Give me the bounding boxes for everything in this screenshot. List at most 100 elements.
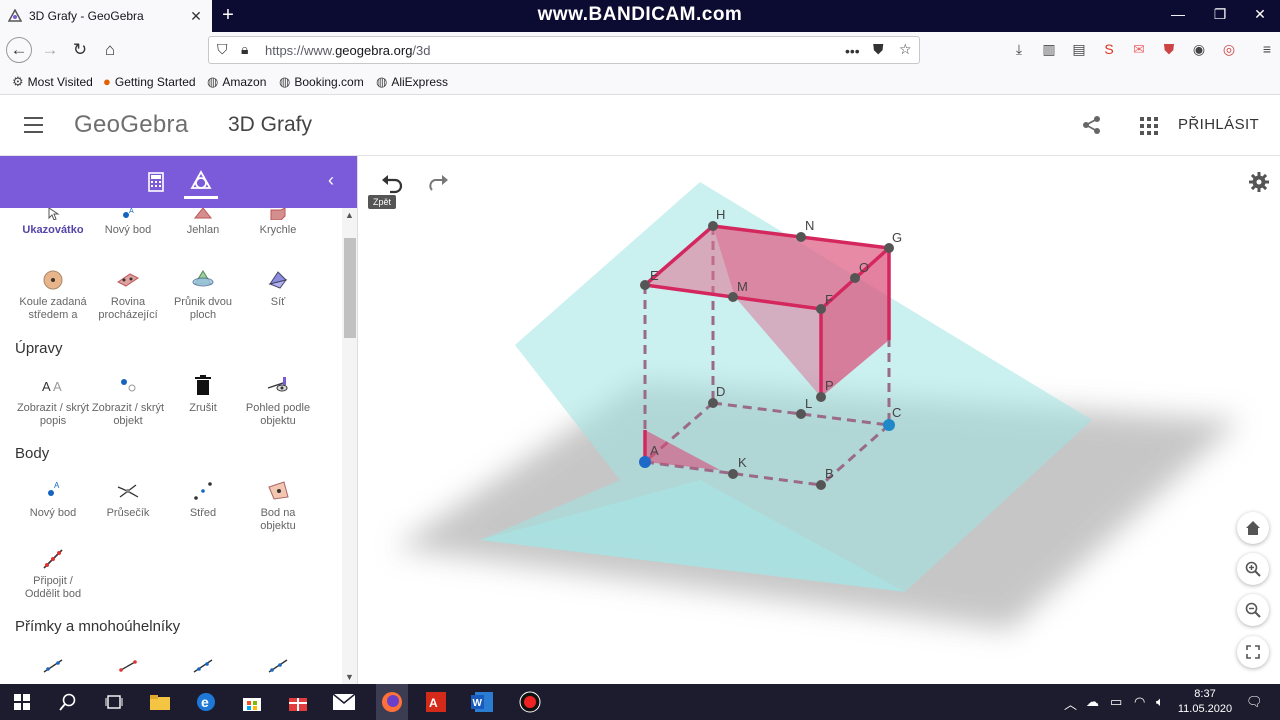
tool-midpoint[interactable]: Střed <box>163 479 243 520</box>
tool-intersect[interactable]: Průsečík <box>88 479 168 520</box>
home-icon[interactable]: ⌂ <box>97 37 123 63</box>
wifi-icon[interactable]: ◠ <box>1134 694 1145 710</box>
tool-point-on-object[interactable]: Bod na objektu <box>238 479 318 533</box>
bookmark-booking[interactable]: ◍ Booking.com <box>279 74 364 90</box>
bookmark-star-icon[interactable]: ☆ <box>899 41 912 58</box>
share-icon[interactable] <box>1082 115 1102 135</box>
label-K: K <box>738 455 747 470</box>
active-tab-indicator <box>184 196 218 199</box>
minimize-icon[interactable]: — <box>1158 6 1198 22</box>
volume-icon[interactable]: 🔈︎ <box>1156 694 1164 710</box>
extension-pocket-icon[interactable]: ⛊ <box>1158 41 1180 58</box>
url-text[interactable]: https://www.geogebra.org/3d <box>265 43 431 58</box>
zoom-in-icon <box>1245 561 1261 577</box>
bookmark-amazon[interactable]: ◍ Amazon <box>207 74 266 90</box>
search-icon[interactable] <box>56 690 80 714</box>
main-menu-icon[interactable] <box>24 117 43 133</box>
back-icon[interactable]: ← <box>6 37 32 63</box>
zoom-out-button[interactable] <box>1237 594 1269 626</box>
bookmark-aliexpress[interactable]: ◍ AliExpress <box>376 74 448 90</box>
hamburger-menu-icon[interactable]: ≡ <box>1256 41 1278 57</box>
window-close-icon[interactable]: ✕ <box>1240 6 1280 23</box>
label-G: G <box>892 230 902 245</box>
undo-icon[interactable] <box>380 174 404 194</box>
task-view-icon[interactable] <box>102 690 126 714</box>
scroll-down-icon[interactable]: ▼ <box>345 672 354 682</box>
tool-body-new-point[interactable]: A Nový bod <box>13 479 93 520</box>
battery-icon[interactable]: ▭ <box>1110 694 1122 710</box>
tool-segment[interactable] <box>163 654 243 682</box>
shield-icon[interactable]: ⛉ <box>217 41 228 58</box>
system-clock[interactable]: 8:37 11.05.2020 <box>1170 687 1240 717</box>
calculator-icon[interactable] <box>148 172 164 192</box>
windows-start-icon[interactable] <box>10 690 34 714</box>
point-N <box>796 232 806 242</box>
word-icon[interactable]: W <box>470 690 494 714</box>
tool-attach-detach-point[interactable]: Připojit / Oddělit bod <box>13 547 93 601</box>
sidebar-scrollbar[interactable]: ▲ ▼ <box>342 208 357 684</box>
3d-scene[interactable]: H N G E M F D L C A K B O P <box>362 156 1280 684</box>
home-view-button[interactable] <box>1237 512 1269 544</box>
firefox-taskbar-icon[interactable] <box>376 684 408 720</box>
pocket-icon[interactable]: ⛊ <box>873 41 884 58</box>
url-bar[interactable]: ⛉ 🔒︎ https://www.geogebra.org/3d ••• ⛊ ☆ <box>208 36 920 64</box>
cloud-icon[interactable]: ☁ <box>1086 694 1099 710</box>
signin-button[interactable]: PŘIHLÁSIT <box>1178 116 1259 133</box>
browser-navigation-bar: ← → ↻ ⌂ ⛉ 🔒︎ https://www.geogebra.org/3d… <box>0 32 1280 68</box>
mail-icon[interactable] <box>332 690 356 714</box>
tool-new-point[interactable]: A Nový bod <box>88 208 168 237</box>
label-F: F <box>825 292 833 307</box>
extension-s-icon[interactable]: S <box>1098 41 1120 57</box>
scroll-thumb[interactable] <box>344 238 356 338</box>
account-icon[interactable]: ◉ <box>1188 41 1210 58</box>
point-E <box>640 280 650 290</box>
reload-icon[interactable]: ↻ <box>67 37 93 63</box>
scroll-up-icon[interactable]: ▲ <box>345 210 354 220</box>
redo-icon[interactable] <box>426 174 450 194</box>
notifications-icon[interactable]: 🗨︎ <box>1246 694 1263 710</box>
bookmark-most-visited[interactable]: ⚙ Most Visited <box>12 74 93 90</box>
store-icon[interactable] <box>240 690 264 714</box>
tool-line[interactable] <box>13 654 93 682</box>
edge-icon[interactable]: e <box>194 690 218 714</box>
library-icon[interactable]: ▥ <box>1038 41 1060 58</box>
sidebar-toggle-icon[interactable]: ▤ <box>1068 41 1090 58</box>
tools-tab-icon[interactable] <box>190 170 212 192</box>
tool-sphere-center-point[interactable]: Koule zadaná středem a <box>13 268 93 322</box>
tool-ray[interactable] <box>238 654 318 682</box>
extension-record-icon[interactable]: ◎ <box>1218 41 1240 58</box>
tool-intersect-surfaces[interactable]: Průnik dvou ploch <box>163 268 243 322</box>
label-C: C <box>892 405 901 420</box>
tool-show-hide-object[interactable]: Zobrazit / skrýt objekt <box>88 374 168 428</box>
gift-icon[interactable] <box>286 690 310 714</box>
browser-tab-bar: 3D Grafy - GeoGebra ✕ + www.BANDICAM.com… <box>0 0 1280 32</box>
extension-mail-icon[interactable]: ✉ <box>1128 41 1150 58</box>
restore-icon[interactable]: ❐ <box>1200 6 1240 23</box>
geogebra-logo[interactable]: GeoGebra <box>74 111 188 139</box>
bookmark-getting-started[interactable]: ● Getting Started <box>103 74 196 89</box>
tool-show-hide-label[interactable]: AA Zobrazit / skrýt popis <box>13 374 93 428</box>
pointer-icon <box>48 208 60 220</box>
fullscreen-button[interactable] <box>1237 636 1269 668</box>
tool-view-in-front[interactable]: Pohled podle objektu <box>238 374 318 428</box>
pdf-icon[interactable]: A <box>424 690 448 714</box>
forward-icon[interactable]: → <box>37 37 63 63</box>
3d-graphics-view[interactable]: H N G E M F D L C A K B O P <box>362 156 1280 684</box>
tool-segment-length[interactable] <box>88 654 168 682</box>
page-actions-icon[interactable]: ••• <box>845 43 860 59</box>
collapse-sidebar-icon[interactable]: ‹ <box>328 170 334 191</box>
tool-net[interactable]: Síť <box>238 268 318 309</box>
lock-icon: 🔒︎ <box>241 41 249 57</box>
tool-plane-through-points[interactable]: Rovina procházející <box>88 268 168 322</box>
zoom-in-button[interactable] <box>1237 553 1269 585</box>
tool-delete[interactable]: Zrušit <box>163 374 243 415</box>
download-icon[interactable]: ⤓ <box>1008 41 1030 58</box>
tool-cube[interactable]: Krychle <box>238 208 318 237</box>
tool-pointer[interactable]: Ukazovátko <box>13 208 93 237</box>
file-explorer-icon[interactable] <box>148 690 172 714</box>
tray-chevron-icon[interactable]: ︿ <box>1064 694 1077 713</box>
settings-gear-icon[interactable] <box>1248 171 1270 193</box>
apps-grid-icon[interactable] <box>1140 117 1158 135</box>
tool-pyramid[interactable]: Jehlan <box>163 208 243 237</box>
bandicam-record-icon[interactable] <box>518 690 542 714</box>
